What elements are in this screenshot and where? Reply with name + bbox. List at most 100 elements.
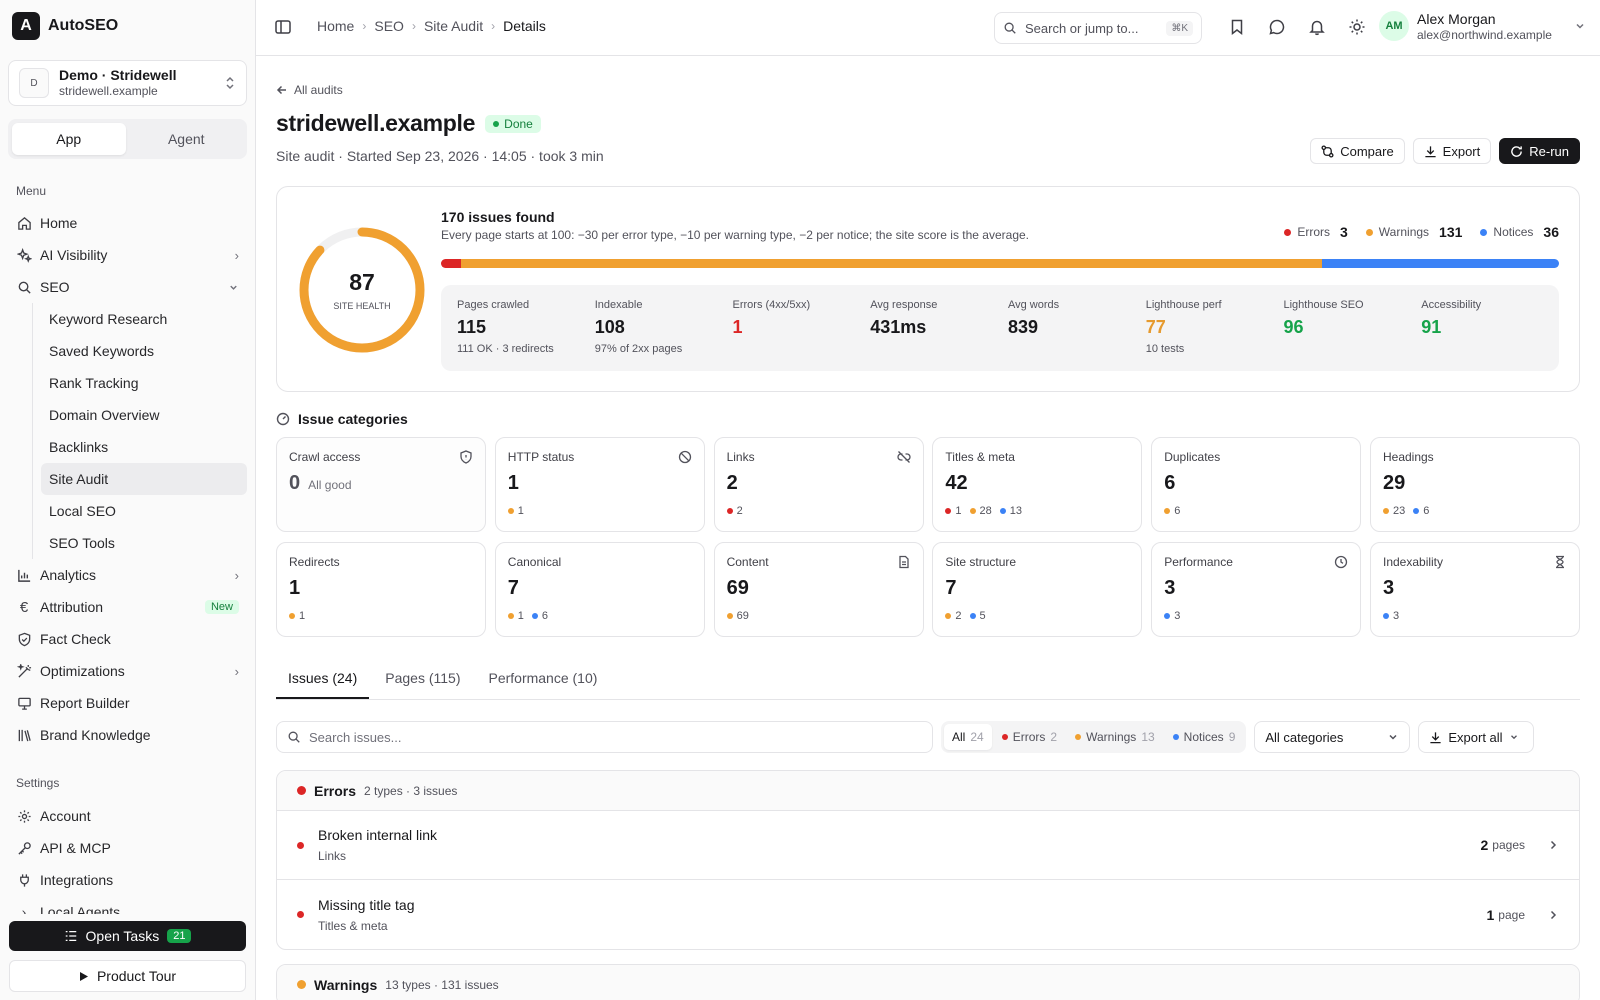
- sidebar-toggle-icon[interactable]: [274, 18, 294, 38]
- issues-search-input[interactable]: Search issues...: [276, 721, 933, 753]
- sidebar-subitem-domain-overview[interactable]: Domain Overview: [41, 399, 247, 431]
- sidebar-item-brand-knowledge[interactable]: Brand Knowledge: [8, 719, 247, 751]
- category-card-indexability[interactable]: Indexability 3 3: [1369, 542, 1580, 637]
- sidebar-item-home[interactable]: Home: [8, 207, 247, 239]
- category-card-content[interactable]: Content 69 69: [713, 542, 924, 637]
- user-name: Alex Morgan: [1417, 11, 1496, 27]
- bar-chart-icon: [16, 567, 32, 583]
- gauge-icon: [276, 412, 290, 426]
- sidebar-item-api-mcp[interactable]: API & MCP: [8, 832, 247, 864]
- sidebar-item-account[interactable]: Account: [8, 800, 247, 832]
- category-card-canonical[interactable]: Canonical 7 1 6: [494, 542, 705, 637]
- stat-value: 1: [732, 317, 743, 337]
- category-select[interactable]: All categories: [1254, 721, 1411, 753]
- breadcrumb-home[interactable]: Home: [317, 18, 354, 34]
- issues-found-description: Every page starts at 100: −30 per error …: [441, 228, 1029, 242]
- category-card-headings[interactable]: Headings 29 23 6: [1369, 437, 1580, 532]
- sidebar-subitem-backlinks[interactable]: Backlinks: [41, 431, 247, 463]
- sidebar-item-fact-check[interactable]: Fact Check: [8, 623, 247, 655]
- table-row[interactable]: Broken internal link Links 2 pages: [277, 811, 1579, 880]
- filter-errors[interactable]: Errors 2: [994, 724, 1065, 750]
- issue-category: Links: [318, 849, 347, 863]
- category-card-http-status[interactable]: HTTP status 1 1: [494, 437, 705, 532]
- plug-icon: [16, 872, 32, 888]
- sun-icon[interactable]: [1348, 18, 1368, 38]
- sidebar-subitem-local-seo[interactable]: Local SEO: [41, 495, 247, 527]
- sidebar-item-report-builder[interactable]: Report Builder: [8, 687, 247, 719]
- sidebar-item-analytics[interactable]: Analytics ›: [8, 559, 247, 591]
- category-card-crawl-access[interactable]: Crawl access 0 All good: [276, 437, 486, 532]
- sidebar-item-label: Brand Knowledge: [40, 727, 151, 743]
- category-count: 3: [1164, 577, 1176, 599]
- warnings-group-header[interactable]: Warnings 13 types · 131 issues: [277, 965, 1579, 1000]
- severity-dot: [1075, 734, 1082, 740]
- category-name: Links: [726, 450, 755, 464]
- severity-legend: Errors 3 Warnings 131 Notices 36: [1284, 224, 1559, 240]
- severity-count: 2: [726, 505, 743, 517]
- file-text-icon: [897, 555, 911, 569]
- mode-app-button[interactable]: App: [12, 123, 126, 155]
- sidebar-item-label: SEO: [40, 279, 70, 295]
- filter-notices[interactable]: Notices 9: [1165, 724, 1244, 750]
- legend-errors: Errors 3: [1284, 224, 1348, 240]
- breadcrumb-seo[interactable]: SEO: [374, 18, 404, 34]
- brand[interactable]: A AutoSEO: [12, 12, 118, 40]
- bell-icon[interactable]: [1308, 18, 1328, 38]
- category-card-site-structure[interactable]: Site structure 7 2 5: [932, 542, 1143, 637]
- stat-label: Indexable: [594, 299, 643, 311]
- compare-button[interactable]: Compare: [1310, 138, 1405, 164]
- sidebar-item-attribution[interactable]: € Attribution New: [8, 591, 247, 623]
- category-card-links[interactable]: Links 2 2: [713, 437, 924, 532]
- back-link[interactable]: All audits: [276, 83, 343, 97]
- filter-all[interactable]: All 24: [944, 724, 992, 750]
- export-all-button[interactable]: Export all: [1418, 721, 1535, 753]
- tab-performance[interactable]: Performance (10): [476, 656, 609, 699]
- sidebar-item-ai-visibility[interactable]: AI Visibility ›: [8, 239, 247, 271]
- global-search-input[interactable]: Search or jump to... ⌘K: [994, 12, 1202, 44]
- warning-dot: [1365, 228, 1373, 236]
- errors-group-header[interactable]: Errors 2 types · 3 issues: [277, 771, 1579, 811]
- sidebar-subitem-site-audit[interactable]: Site Audit: [41, 463, 247, 495]
- home-icon: [16, 215, 32, 231]
- category-severity-breakdown: 2: [726, 505, 911, 517]
- workspace-switcher[interactable]: D Demo · Stridewell stridewell.example: [8, 60, 247, 106]
- rerun-button[interactable]: Re-run: [1499, 138, 1580, 164]
- compare-icon: [1321, 144, 1334, 158]
- severity-count: 5: [969, 610, 986, 622]
- menu-section-label: Menu: [16, 184, 47, 198]
- global-search-placeholder: Search or jump to...: [1025, 20, 1139, 36]
- table-row[interactable]: Missing title tag Titles & meta 1 page: [277, 880, 1579, 949]
- sidebar-subitem-keyword-research[interactable]: Keyword Research: [41, 303, 247, 335]
- sidebar-item-seo[interactable]: SEO: [8, 271, 247, 303]
- sidebar-subitem-rank-tracking[interactable]: Rank Tracking: [41, 367, 247, 399]
- stat-item: Accessibility 91: [1421, 299, 1559, 371]
- severity-dot: [969, 508, 976, 514]
- filter-warnings[interactable]: Warnings 13: [1067, 724, 1163, 750]
- chevron-right-icon: ›: [362, 19, 367, 33]
- export-button[interactable]: Export: [1412, 138, 1492, 164]
- hourglass-icon: [1553, 555, 1567, 569]
- category-card-redirects[interactable]: Redirects 1 1: [276, 542, 486, 637]
- sidebar-item-local-agents[interactable]: › Local Agents: [8, 896, 247, 914]
- breadcrumb-site-audit[interactable]: Site Audit: [424, 18, 483, 34]
- user-menu[interactable]: AM Alex Morgan alex@northwind.example: [1379, 11, 1586, 42]
- sidebar-subitem-seo-tools[interactable]: SEO Tools: [41, 527, 247, 559]
- tab-issues[interactable]: Issues (24): [276, 656, 370, 699]
- issues-found-title: 170 issues found: [441, 209, 555, 225]
- sidebar-subitem-saved-keywords[interactable]: Saved Keywords: [41, 335, 247, 367]
- severity-count: 1: [289, 610, 305, 622]
- severity-count: 28: [969, 505, 992, 517]
- sidebar-item-optimizations[interactable]: Optimizations ›: [8, 655, 247, 687]
- open-tasks-button[interactable]: Open Tasks 21: [9, 921, 246, 951]
- sidebar-item-integrations[interactable]: Integrations: [8, 864, 247, 896]
- stat-label: Errors (4xx/5xx): [732, 299, 811, 311]
- category-card-performance[interactable]: Performance 3 3: [1151, 542, 1362, 637]
- legend-label: Errors: [1297, 225, 1330, 239]
- category-card-titles-meta[interactable]: Titles & meta 42 1 28 13: [932, 437, 1143, 532]
- bookmark-icon[interactable]: [1228, 18, 1248, 38]
- tab-pages[interactable]: Pages (115): [373, 656, 472, 699]
- mode-agent-button[interactable]: Agent: [130, 123, 244, 155]
- product-tour-button[interactable]: Product Tour: [9, 960, 246, 992]
- chat-icon[interactable]: [1268, 18, 1288, 38]
- category-card-duplicates[interactable]: Duplicates 6 6: [1151, 437, 1362, 532]
